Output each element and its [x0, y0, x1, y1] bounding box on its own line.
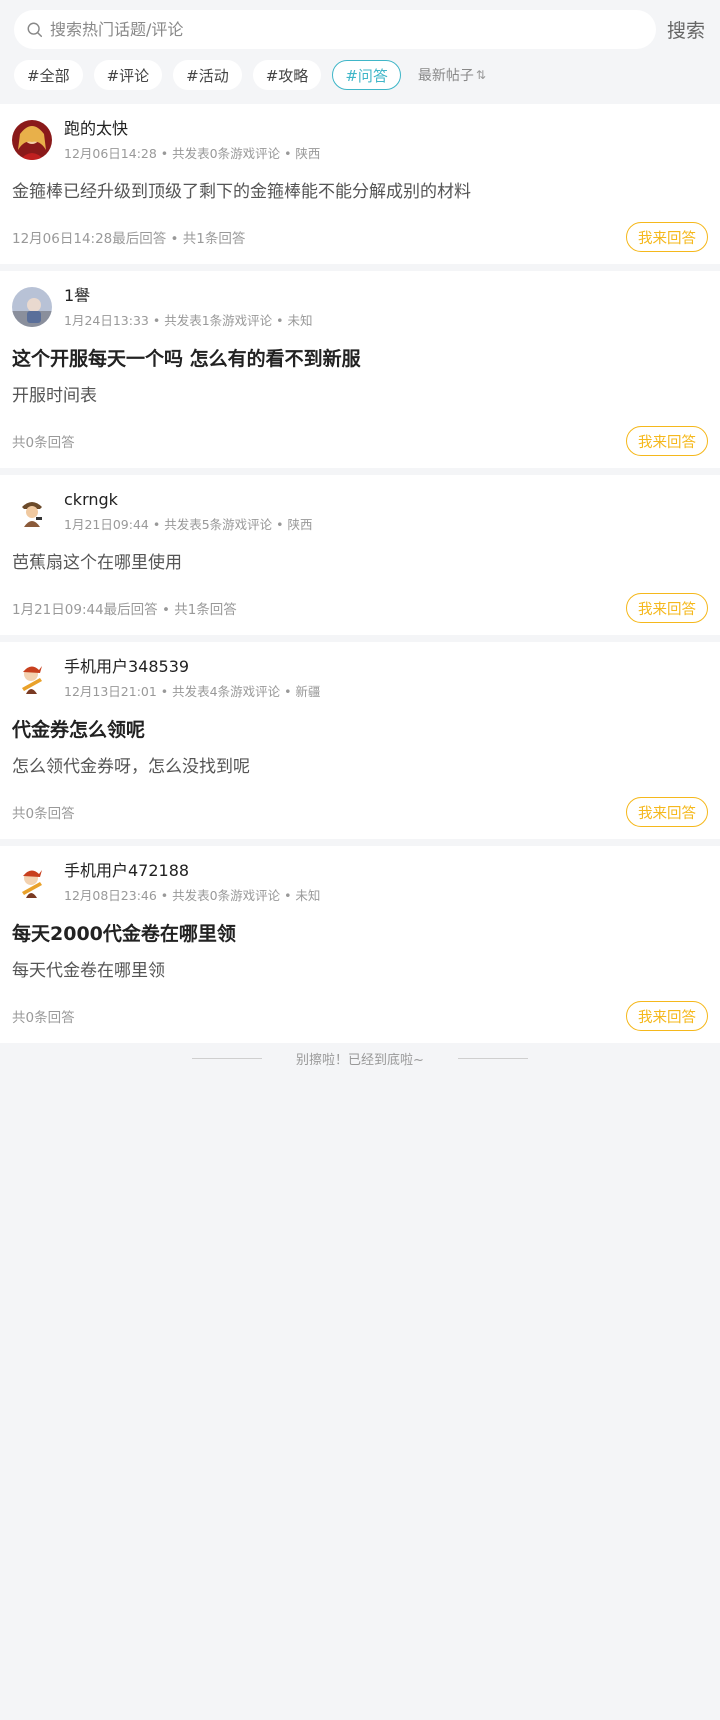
post-body: 金箍棒已经升级到顶级了剩下的金箍棒能不能分解成别的材料	[12, 182, 471, 202]
post-subline: 12月08日23:46 • 共发表0条游戏评论 • 未知	[64, 888, 321, 903]
post-feed: 跑的太快 12月06日14:28 • 共发表0条游戏评论 • 陕西 金箍棒已经升…	[0, 104, 720, 1073]
sort-label: 最新帖子	[417, 68, 474, 84]
filter-chip-all[interactable]: #全部	[14, 60, 83, 90]
post-header: 跑的太快 12月06日14:28 • 共发表0条游戏评论 • 陕西	[12, 118, 708, 163]
answer-summary: 12月06日14:28最后回答 • 共1条回答	[12, 231, 246, 247]
username[interactable]: ckrngk	[64, 489, 312, 511]
username[interactable]: 跑的太快	[64, 118, 320, 140]
post-card[interactable]: 1譽 1月24日13:33 • 共发表1条游戏评论 • 未知 这个开服每天一个吗…	[0, 271, 720, 468]
post-header: 1譽 1月24日13:33 • 共发表1条游戏评论 • 未知	[12, 285, 708, 330]
search-row: 搜索	[14, 10, 706, 49]
post-subline: 12月06日14:28 • 共发表0条游戏评论 • 陕西	[64, 146, 321, 161]
answer-summary: 共0条回答	[12, 806, 75, 822]
post-header: 手机用户348539 12月13日21:01 • 共发表4条游戏评论 • 新疆	[12, 656, 708, 701]
username[interactable]: 手机用户348539	[64, 656, 320, 678]
filter-chip-guides[interactable]: #攻略	[252, 60, 322, 90]
filter-row: #全部 #评论 #活动 #攻略 #问答 最新帖子 ⇅	[14, 59, 706, 91]
avatar[interactable]	[12, 491, 52, 531]
post-card[interactable]: 手机用户348539 12月13日21:01 • 共发表4条游戏评论 • 新疆 …	[0, 642, 720, 839]
search-input[interactable]	[50, 20, 610, 39]
post-title[interactable]: 每天2000代金卷在哪里领	[12, 921, 708, 947]
end-of-list-text: 别擦啦！已经到底啦~	[296, 1052, 424, 1068]
username[interactable]: 手机用户472188	[64, 860, 320, 882]
sort-dropdown[interactable]: 最新帖子 ⇅	[418, 65, 486, 85]
answer-summary: 共0条回答	[12, 1010, 75, 1026]
filter-chip-reviews[interactable]: #评论	[93, 60, 163, 90]
post-body: 芭蕉扇这个在哪里使用	[12, 553, 182, 573]
answer-summary: 共0条回答	[12, 435, 75, 451]
filter-chip-events[interactable]: #活动	[173, 60, 242, 90]
end-of-list-tip: 别擦啦！已经到底啦~	[0, 1043, 720, 1073]
answer-button[interactable]: 我来回答	[626, 1001, 708, 1031]
answer-button[interactable]: 我来回答	[626, 797, 708, 827]
answer-button[interactable]: 我来回答	[626, 426, 708, 456]
answer-button[interactable]: 我来回答	[626, 593, 708, 623]
top-bar: 搜索 #全部 #评论 #活动 #攻略 #问答 最新帖子 ⇅	[0, 0, 720, 104]
avatar[interactable]	[12, 862, 52, 902]
avatar[interactable]	[12, 658, 52, 698]
search-box[interactable]	[14, 10, 656, 49]
post-footer: 1月21日09:44最后回答 • 共1条回答 我来回答	[12, 593, 708, 623]
username[interactable]: 1譽	[64, 285, 312, 307]
post-header: ckrngk 1月21日09:44 • 共发表5条游戏评论 • 陕西	[12, 489, 708, 534]
post-subline: 12月13日21:01 • 共发表4条游戏评论 • 新疆	[64, 684, 321, 699]
post-footer: 共0条回答 我来回答	[12, 797, 708, 827]
post-footer: 12月06日14:28最后回答 • 共1条回答 我来回答	[12, 222, 708, 252]
post-body: 怎么领代金券呀，怎么没找到呢	[12, 757, 250, 777]
divider	[457, 1057, 528, 1059]
post-body: 每天代金卷在哪里领	[12, 961, 165, 981]
avatar[interactable]	[12, 287, 52, 327]
post-card[interactable]: ckrngk 1月21日09:44 • 共发表5条游戏评论 • 陕西 芭蕉扇这个…	[0, 475, 720, 635]
post-card[interactable]: 跑的太快 12月06日14:28 • 共发表0条游戏评论 • 陕西 金箍棒已经升…	[0, 104, 720, 264]
divider	[192, 1057, 263, 1059]
answer-button[interactable]: 我来回答	[626, 222, 708, 252]
post-footer: 共0条回答 我来回答	[12, 1001, 708, 1031]
filter-chip-qa[interactable]: #问答	[332, 60, 401, 90]
post-title[interactable]: 代金券怎么领呢	[12, 717, 708, 743]
answer-summary: 1月21日09:44最后回答 • 共1条回答	[12, 602, 237, 618]
post-header: 手机用户472188 12月08日23:46 • 共发表0条游戏评论 • 未知	[12, 860, 708, 905]
post-title[interactable]: 这个开服每天一个吗 怎么有的看不到新服	[12, 346, 708, 372]
post-footer: 共0条回答 我来回答	[12, 426, 708, 456]
search-icon	[27, 22, 43, 37]
sort-icon: ⇅	[475, 68, 486, 82]
avatar[interactable]	[12, 120, 52, 160]
post-subline: 1月21日09:44 • 共发表5条游戏评论 • 陕西	[64, 517, 313, 532]
post-subline: 1月24日13:33 • 共发表1条游戏评论 • 未知	[64, 313, 313, 328]
post-card[interactable]: 手机用户472188 12月08日23:46 • 共发表0条游戏评论 • 未知 …	[0, 846, 720, 1043]
search-button[interactable]: 搜索	[667, 16, 705, 43]
post-body: 开服时间表	[12, 386, 97, 406]
